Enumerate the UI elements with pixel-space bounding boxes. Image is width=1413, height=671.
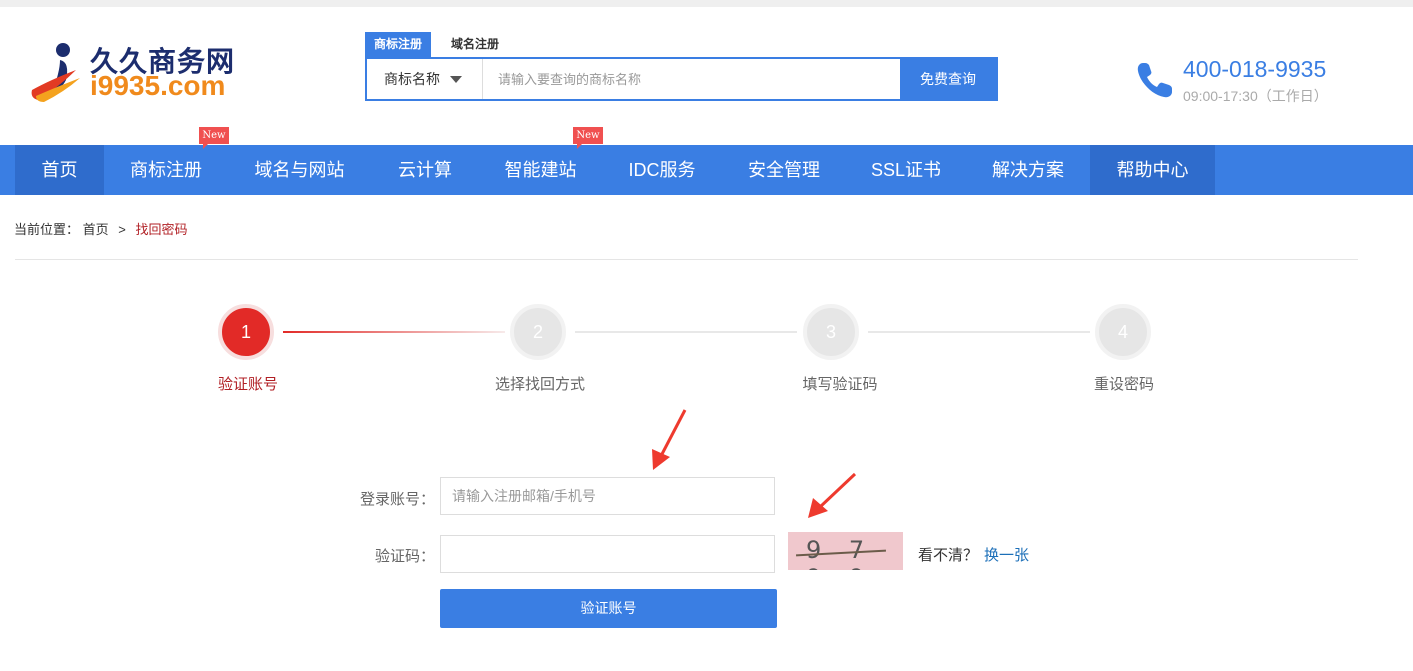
step-1-label: 验证账号: [217, 376, 278, 393]
nav-item-trademark[interactable]: 商标注册: [104, 145, 228, 195]
arrow-to-captcha-icon: [808, 472, 857, 518]
nav-item-site-builder[interactable]: 智能建站: [479, 145, 602, 195]
nav-item-idc[interactable]: IDC服务: [602, 145, 722, 195]
captcha-image[interactable]: 9 7 9 9: [788, 532, 903, 570]
search-type-value: 商标名称: [384, 71, 440, 87]
step-2-label: 选择找回方式: [494, 376, 585, 393]
nav-item-home[interactable]: 首页: [15, 145, 104, 195]
site-logo[interactable]: 久久商务网 i9935.com: [30, 40, 240, 104]
account-input[interactable]: [440, 477, 775, 515]
search-box: 商标名称 免费查询: [365, 57, 998, 101]
main-nav: 首页 商标注册 域名与网站 云计算 智能建站 IDC服务 安全管理 SSL证书 …: [0, 145, 1413, 195]
captcha-label: 验证码：: [374, 548, 435, 565]
captcha-hint-text: 看不清？: [918, 547, 979, 564]
nav-item-solutions[interactable]: 解决方案: [966, 145, 1090, 195]
arrow-to-account-icon: [652, 409, 687, 470]
captcha-refresh-link[interactable]: 换一张: [984, 547, 1029, 564]
nav-item-ssl[interactable]: SSL证书: [846, 145, 966, 195]
new-badge-trademark: New: [199, 127, 229, 149]
step-4-circle: 4: [1095, 304, 1151, 360]
step-2-circle: 2: [510, 304, 566, 360]
captcha-input[interactable]: [440, 535, 775, 573]
nav-item-security[interactable]: 安全管理: [722, 145, 846, 195]
breadcrumb-separator: >: [118, 222, 126, 237]
search-button[interactable]: 免费查询: [900, 59, 996, 99]
step-4-label: 重设密码: [1093, 376, 1154, 393]
account-label: 登录账号：: [359, 491, 435, 508]
logo-name-en: i9935.com: [90, 70, 226, 101]
logo-mark-icon: [31, 43, 80, 102]
search-tab-trademark[interactable]: 商标注册: [365, 32, 431, 57]
phone-icon: [1137, 63, 1172, 98]
top-strip: [0, 0, 1413, 7]
search-input[interactable]: [484, 59, 900, 99]
new-badge-site-builder: New: [573, 127, 603, 149]
step-connector-2: [575, 331, 797, 333]
breadcrumb-current: 找回密码: [135, 222, 188, 237]
phone-number: 400-018-9935: [1183, 56, 1327, 82]
caret-down-icon: [450, 76, 462, 83]
step-3-circle: 3: [803, 304, 859, 360]
search-tab-domain[interactable]: 域名注册: [451, 32, 499, 57]
search-type-select[interactable]: 商标名称: [367, 59, 483, 99]
step-connector-1: [283, 331, 505, 333]
breadcrumb-home[interactable]: 首页: [83, 222, 109, 237]
captcha-hint: 看不清？ 换一张: [918, 544, 1029, 565]
nav-item-help[interactable]: 帮助中心: [1090, 145, 1215, 195]
step-1-circle: 1: [218, 304, 274, 360]
verify-account-button[interactable]: 验证账号: [440, 589, 777, 628]
breadcrumb: 当前位置： 首页 > 找回密码: [14, 219, 188, 238]
step-3-label: 填写验证码: [802, 376, 878, 393]
business-hours: 09:00-17:30（工作日）: [1183, 88, 1328, 104]
divider: [15, 259, 1358, 260]
breadcrumb-prefix: 当前位置：: [14, 222, 80, 237]
nav-item-cloud[interactable]: 云计算: [371, 145, 479, 195]
nav-item-domain-website[interactable]: 域名与网站: [228, 145, 371, 195]
step-connector-3: [868, 331, 1090, 333]
